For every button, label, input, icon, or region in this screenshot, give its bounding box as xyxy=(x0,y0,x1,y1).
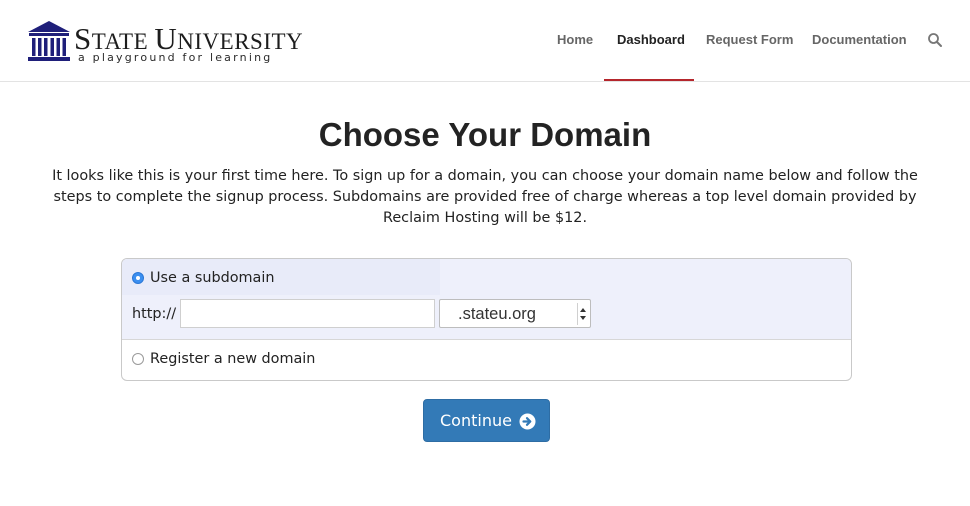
nav-request-form[interactable]: Request Form xyxy=(706,32,793,47)
subdomain-input[interactable] xyxy=(180,299,435,328)
logo-tagline: a playground for learning xyxy=(78,51,273,64)
arrow-circle-right-icon xyxy=(519,413,536,430)
new-domain-option-label[interactable]: Register a new domain xyxy=(150,351,315,367)
http-prefix: http:// xyxy=(132,306,177,322)
continue-label: Continue xyxy=(440,411,512,430)
search-icon[interactable] xyxy=(927,32,943,48)
page-title: Choose Your Domain xyxy=(318,116,652,153)
subdomain-radio[interactable] xyxy=(132,272,144,284)
new-domain-radio[interactable] xyxy=(132,353,144,365)
domain-suffix-select[interactable]: .stateu.org xyxy=(439,299,591,328)
select-arrows-icon xyxy=(577,303,586,325)
site-header: STATE UNIVERSITY a playground for learni… xyxy=(0,0,970,82)
main-nav: Home Dashboard Request Form Documentatio… xyxy=(0,32,970,52)
intro-text: It looks like this is your first time he… xyxy=(52,168,918,226)
subdomain-option-label[interactable]: Use a subdomain xyxy=(150,270,275,286)
domain-choice-box: Use a subdomain http:// .stateu.org Regi… xyxy=(121,258,852,381)
continue-button[interactable]: Continue xyxy=(423,399,550,442)
subdomain-panel: Use a subdomain http:// .stateu.org xyxy=(122,259,851,340)
active-nav-indicator xyxy=(604,79,694,81)
nav-documentation[interactable]: Documentation xyxy=(812,32,907,47)
domain-suffix-value: .stateu.org xyxy=(458,305,536,323)
nav-dashboard[interactable]: Dashboard xyxy=(617,32,685,47)
nav-home[interactable]: Home xyxy=(557,32,593,47)
